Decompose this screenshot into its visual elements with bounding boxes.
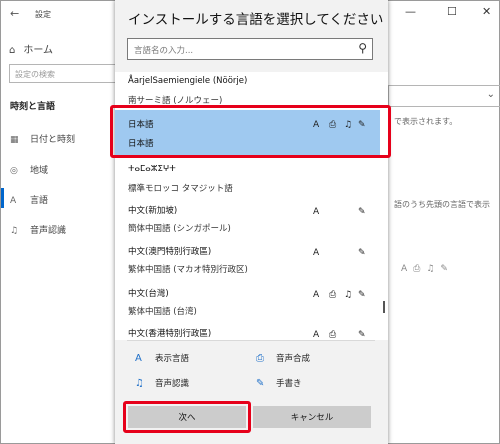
language-native-name: 繁体中国語 (マカオ特別行政区) xyxy=(128,265,248,275)
display-language-icon: A xyxy=(135,353,142,364)
background-dropdown[interactable]: ⌄ xyxy=(388,85,500,107)
globe-icon: ◎ xyxy=(10,166,18,176)
dialog-title: インストールする言語を選択してください xyxy=(128,12,384,28)
speech-recognition-icon: ♫ xyxy=(135,378,144,389)
handwriting-icon: ✎ xyxy=(358,207,366,217)
display-language-icon: A xyxy=(313,290,320,300)
speech-synthesis-icon: ⎙ xyxy=(329,290,337,300)
search-placeholder: 言語名の入力... xyxy=(134,46,194,56)
highlight-next-button xyxy=(123,401,251,433)
background-text: で表示されます。 xyxy=(394,117,458,126)
language-name: 中文(澳門特別行政區) xyxy=(128,247,212,257)
legend-speech-recognition: ♫ 音声認識 xyxy=(135,377,189,389)
language-item[interactable]: 中文(香港特別行政區) A ⎙ ✎ xyxy=(115,323,380,340)
display-language-icon: A xyxy=(313,330,320,340)
sidebar-home[interactable]: ⌂ ホーム xyxy=(9,41,53,56)
calendar-icon: ▦ xyxy=(10,135,19,145)
handwriting-icon: ✎ xyxy=(358,330,366,340)
language-item[interactable]: 中文(台灣) 繁体中国語 (台湾) A ⎙ ♫ ✎ xyxy=(115,283,380,325)
background-text: 語のうち先頭の言語で表示 xyxy=(394,200,490,209)
maximize-icon[interactable]: ☐ xyxy=(447,5,457,18)
language-name: 中文(台灣) xyxy=(128,289,169,299)
speech-synthesis-icon: ⎙ xyxy=(329,330,337,340)
sidebar-item-label: 音声認識 xyxy=(30,226,67,236)
sidebar-item-date-time[interactable]: ▦ 日付と時刻 xyxy=(10,132,75,145)
legend-label: 表示言語 xyxy=(155,354,190,364)
language-name: ÅarjelSaemiengiele (Nöörje) xyxy=(128,76,248,86)
language-search-input[interactable]: 言語名の入力... ⚲ xyxy=(127,38,373,60)
minimize-icon[interactable]: — xyxy=(405,5,416,18)
legend-handwriting: ✎ 手書き xyxy=(256,377,302,389)
microphone-icon: ♫ xyxy=(10,226,19,236)
sidebar-item-label: 日付と時刻 xyxy=(30,135,76,145)
language-native-name: 繁体中国語 (台湾) xyxy=(128,307,197,317)
settings-search-placeholder: 設定の検索 xyxy=(15,70,55,79)
sidebar-section-title: 時刻と言語 xyxy=(10,102,56,112)
legend-display-language: A 表示言語 xyxy=(135,352,189,364)
background-feature-icons: A⎙♫✎ xyxy=(401,264,454,274)
language-item[interactable]: ⵜⴰⵎⴰⵣⵉⵖⵜ 標準モロッコ タマジット語 xyxy=(115,160,380,202)
sidebar-item-label: 地域 xyxy=(30,166,49,176)
legend-label: 音声認識 xyxy=(155,379,190,389)
language-item[interactable]: 中文(新加坡) 簡体中国語 (シンガポール) A ✎ xyxy=(115,200,380,242)
window-title: 設定 xyxy=(35,10,51,19)
sidebar-item-speech[interactable]: ♫ 音声認識 xyxy=(10,223,66,236)
legend-speech-synthesis: ⎙ 音声合成 xyxy=(256,352,310,364)
speech-recognition-icon: ♫ xyxy=(344,290,353,300)
sidebar-item-region[interactable]: ◎ 地域 xyxy=(10,163,48,176)
cancel-button[interactable]: キャンセル xyxy=(253,406,371,428)
handwriting-icon: ✎ xyxy=(256,378,265,389)
sidebar-item-label: 言語 xyxy=(30,196,49,206)
display-language-icon: A xyxy=(313,248,320,258)
chevron-down-icon: ⌄ xyxy=(486,89,495,100)
back-arrow-icon[interactable]: ← xyxy=(10,7,19,20)
language-native-name: 標準モロッコ タマジット語 xyxy=(128,184,233,194)
close-icon[interactable]: ✕ xyxy=(482,5,491,18)
language-select-dialog: インストールする言語を選択してください 言語名の入力... ⚲ ÅarjelSa… xyxy=(115,0,388,444)
legend-label: 手書き xyxy=(276,379,302,389)
language-name: 中文(香港特別行政區) xyxy=(128,329,212,339)
highlight-selected-language xyxy=(110,105,391,158)
home-icon: ⌂ xyxy=(9,45,16,56)
sidebar-item-language[interactable]: A 言語 xyxy=(10,193,48,206)
search-icon: ⚲ xyxy=(358,41,367,55)
settings-search-input[interactable]: 設定の検索 xyxy=(9,64,117,83)
legend-label: 音声合成 xyxy=(276,354,311,364)
sidebar-active-indicator xyxy=(1,188,4,208)
handwriting-icon: ✎ xyxy=(358,248,366,258)
language-native-name: 簡体中国語 (シンガポール) xyxy=(128,224,231,234)
language-item[interactable]: 中文(澳門特別行政區) 繁体中国語 (マカオ特別行政区) A ✎ xyxy=(115,241,380,283)
sidebar-home-label: ホーム xyxy=(23,45,54,56)
display-language-icon: A xyxy=(313,207,320,217)
language-name: ⵜⴰⵎⴰⵣⵉⵖⵜ xyxy=(128,164,176,174)
scrollbar-thumb[interactable] xyxy=(383,301,385,313)
language-name: 中文(新加坡) xyxy=(128,206,178,216)
speech-synthesis-icon: ⎙ xyxy=(256,353,264,364)
handwriting-icon: ✎ xyxy=(358,290,366,300)
language-icon: A xyxy=(10,196,17,206)
legend-divider xyxy=(127,340,375,341)
